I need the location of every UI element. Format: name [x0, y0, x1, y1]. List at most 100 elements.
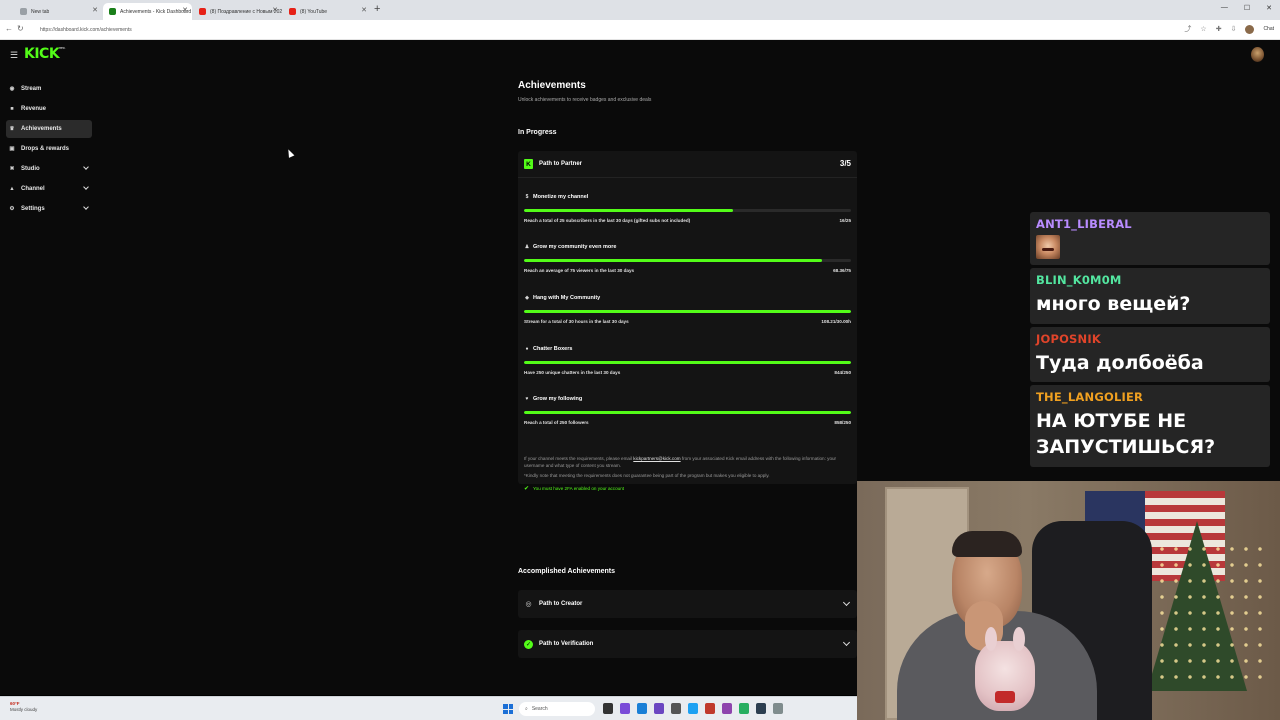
- chevron-down-icon: [83, 164, 89, 170]
- maximize-icon[interactable]: ☐: [1244, 4, 1250, 12]
- download-icon[interactable]: ⇩: [1231, 25, 1237, 33]
- sidebar-item-settings[interactable]: ⚙ Settings: [6, 200, 92, 218]
- browser-tab[interactable]: (8) Поздравление с Новым 2024 ✕: [193, 3, 282, 20]
- chevron-down-icon[interactable]: [842, 598, 851, 607]
- sidebar-item-label: Channel: [21, 186, 45, 192]
- stream-icon: ◉: [9, 86, 15, 92]
- window-controls: — ☐ ✕: [1221, 4, 1272, 12]
- windows-start-icon[interactable]: [503, 704, 513, 714]
- sidebar-item-revenue[interactable]: ■ Revenue: [6, 100, 92, 118]
- requirement-value: 844/250: [834, 370, 851, 375]
- path-to-creator-card[interactable]: ◎ Path to Creator: [518, 590, 857, 618]
- menu-icon[interactable]: ☰: [10, 50, 18, 61]
- browser-tab-active[interactable]: Achievements - Kick Dashboard ✕: [103, 3, 192, 20]
- partner-progress-count: 3/5: [839, 159, 851, 168]
- path-to-verification-card[interactable]: ✓ Path to Verification: [518, 630, 857, 658]
- requirement-value: 858/250: [834, 420, 851, 425]
- tab-title: New tab: [31, 8, 50, 15]
- app-icon[interactable]: [756, 703, 766, 714]
- kick-badge-icon: K: [524, 159, 533, 169]
- minimize-icon[interactable]: —: [1221, 4, 1228, 12]
- stream-chat-overlay: ANT1_LIBERAL BLIN_K0M0M много вещей? JOP…: [1030, 212, 1270, 470]
- sidebar-item-studio[interactable]: ✖ Studio: [6, 160, 92, 178]
- share-icon[interactable]: ⤴: [1184, 24, 1191, 34]
- back-icon[interactable]: ←: [5, 24, 13, 33]
- gear-icon: ⚙: [9, 206, 15, 212]
- close-tab-icon[interactable]: ✕: [272, 6, 278, 14]
- broadcast-icon: ◎: [525, 601, 532, 608]
- path-to-partner-card: K Path to Partner 3/5 $ Monetize my chann…: [518, 151, 857, 492]
- close-window-icon[interactable]: ✕: [1266, 4, 1272, 12]
- app-icon[interactable]: [739, 703, 749, 714]
- broadcast-icon: ◈: [525, 295, 529, 301]
- avatar[interactable]: [1251, 47, 1264, 62]
- edge-icon[interactable]: [637, 703, 647, 714]
- requirement-item: ◈ Hang with My Community Stream for a tot…: [524, 295, 851, 345]
- partner-card-header: K Path to Partner 3/5: [518, 151, 857, 178]
- requirement-title: Monetize my channel: [533, 194, 589, 200]
- plush-bow: [995, 691, 1015, 703]
- sidebar-item-label: Revenue: [21, 106, 47, 112]
- chat-button[interactable]: Chat: [1263, 26, 1274, 32]
- browser-tab[interactable]: New tab ✕: [14, 3, 102, 20]
- progress-bar-fill: [524, 310, 851, 313]
- app-icon[interactable]: [688, 703, 698, 714]
- studio-icon: ✖: [9, 166, 15, 172]
- trophy-icon: ♛: [9, 126, 15, 132]
- info-text-part: If your channel meets the requirements, …: [524, 456, 634, 461]
- app-icon[interactable]: [620, 703, 630, 714]
- verified-badge-icon: ✓: [524, 639, 533, 649]
- page-title: Achievements: [518, 80, 586, 91]
- achievements-main: Achievements Unlock achievements to rece…: [518, 80, 857, 658]
- kick-logo[interactable]: KICKBETA: [24, 46, 65, 62]
- extensions-icon[interactable]: ✚: [1216, 25, 1222, 33]
- taskbar-search[interactable]: ⌕ Search: [519, 702, 595, 716]
- sidebar-item-drops-rewards[interactable]: ▣ Drops & rewards: [6, 140, 92, 158]
- sidebar: ◉ Stream ■ Revenue ♛ Achievements ▣ Drop…: [6, 80, 92, 220]
- chat-text: Туда долбоёба: [1036, 351, 1204, 374]
- progress-bar: [524, 259, 851, 262]
- profile-avatar[interactable]: [1245, 24, 1255, 34]
- requirement-title: Hang with My Community: [533, 295, 601, 301]
- progress-bar-fill: [524, 209, 734, 212]
- progress-bar: [524, 411, 851, 414]
- app-icon[interactable]: [705, 703, 715, 714]
- new-tab-button[interactable]: +: [374, 3, 380, 15]
- achievement-label: Path to Creator: [539, 601, 583, 607]
- reload-icon[interactable]: ↻: [17, 24, 24, 33]
- close-tab-icon[interactable]: ✕: [92, 6, 98, 14]
- page-subtitle: Unlock achievements to receive badges an…: [518, 97, 652, 103]
- sidebar-item-channel[interactable]: ▲ Channel: [6, 180, 92, 198]
- weather-widget[interactable]: 60°F Mostly cloudy: [10, 701, 37, 713]
- search-icon: ⌕: [525, 706, 528, 712]
- app-icon[interactable]: [773, 703, 783, 714]
- requirement-description: Stream for a total of 30 hours in the la…: [524, 319, 629, 324]
- tab-title: (8) YouTube: [300, 8, 328, 15]
- app-icon[interactable]: [654, 703, 664, 714]
- requirement-description: Have 250 unique chatters in the last 30 …: [524, 370, 621, 375]
- plush-toy: [975, 627, 1035, 711]
- dollar-icon: $: [525, 194, 529, 200]
- sidebar-item-achievements[interactable]: ♛ Achievements: [6, 120, 92, 138]
- requirement-item: ● Chatter Boxers Have 250 unique chatters…: [524, 346, 851, 396]
- sidebar-item-stream[interactable]: ◉ Stream: [6, 80, 92, 98]
- url-input[interactable]: https://dashboard.kick.com/achievements: [28, 23, 1168, 37]
- twofa-requirement: ✔ You must have 2FA enabled on your acco…: [524, 485, 851, 492]
- chevron-down-icon[interactable]: [842, 638, 851, 647]
- chat-username: JOPOSNIK: [1036, 331, 1101, 346]
- progress-bar: [524, 361, 851, 364]
- close-tab-icon[interactable]: ✕: [182, 6, 188, 14]
- browser-tab[interactable]: (8) YouTube ✕: [283, 3, 371, 20]
- tab-favicon-icon: [20, 8, 27, 15]
- chat-bubble-icon: ●: [525, 346, 529, 352]
- requirement-title: Chatter Boxers: [533, 346, 573, 352]
- email-link[interactable]: kickpartners@kick.com: [633, 456, 680, 461]
- windows-taskbar: 60°F Mostly cloudy ⌕ Search: [0, 696, 857, 720]
- people-icon: ♟: [524, 244, 530, 250]
- app-icon[interactable]: [722, 703, 732, 714]
- app-icon[interactable]: [671, 703, 681, 714]
- task-view-icon[interactable]: [603, 703, 613, 714]
- close-tab-icon[interactable]: ✕: [361, 6, 367, 14]
- in-progress-heading: In Progress: [518, 129, 557, 136]
- star-icon[interactable]: ☆: [1200, 25, 1206, 33]
